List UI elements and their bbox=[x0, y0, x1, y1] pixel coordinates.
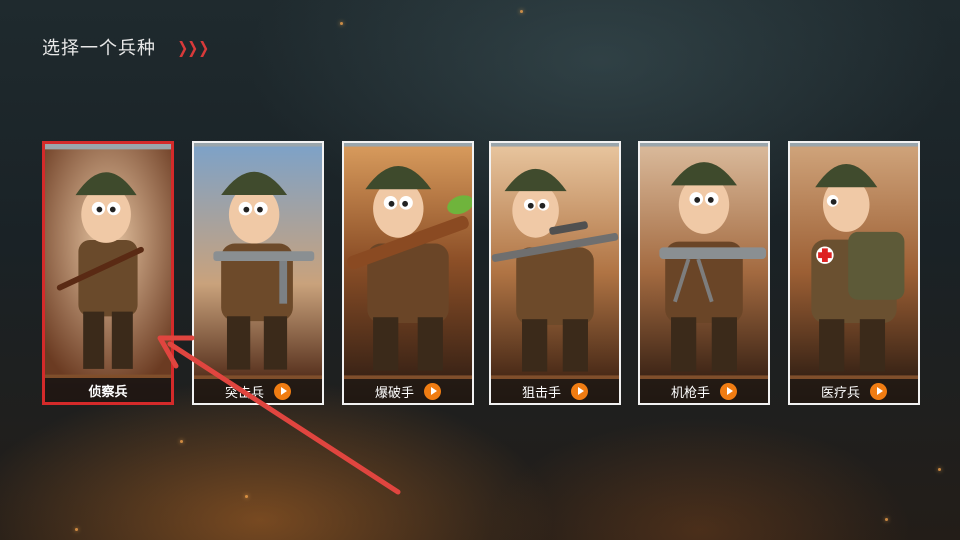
unit-label: 爆破手 bbox=[374, 385, 414, 401]
unit-label: 侦察兵 bbox=[88, 384, 128, 400]
machine-gunner-soldier-icon bbox=[640, 146, 768, 376]
ember-spark bbox=[520, 10, 523, 13]
demolition-soldier-icon bbox=[344, 146, 472, 376]
play-icon[interactable] bbox=[274, 382, 291, 400]
unit-label-bar: 爆破手 bbox=[344, 379, 472, 403]
assault-soldier-icon bbox=[194, 146, 322, 376]
unit-card-sniper[interactable]: 狙击手 bbox=[489, 141, 621, 405]
medic-soldier-icon bbox=[790, 146, 918, 376]
unit-card-assault[interactable]: 突击兵 bbox=[192, 141, 324, 405]
unit-label-bar: 医疗兵 bbox=[790, 379, 918, 403]
unit-label: 机枪手 bbox=[670, 385, 710, 401]
scout-soldier-icon bbox=[45, 149, 171, 375]
chevrons-icon: ❯ ❯ ❯ bbox=[177, 37, 209, 57]
unit-card-demolition[interactable]: 爆破手 bbox=[342, 141, 474, 405]
unit-label-bar: 突击兵 bbox=[194, 379, 322, 403]
unit-card-scout[interactable]: 侦察兵 bbox=[42, 141, 174, 405]
unit-label: 狙击手 bbox=[521, 385, 561, 401]
ember-spark bbox=[938, 468, 941, 471]
unit-label: 突击兵 bbox=[224, 385, 264, 401]
unit-label-bar: 狙击手 bbox=[491, 379, 619, 403]
unit-card-medic[interactable]: 医疗兵 bbox=[788, 141, 920, 405]
play-icon[interactable] bbox=[870, 382, 887, 400]
ember-spark bbox=[180, 440, 183, 443]
unit-card-machine-gunner[interactable]: 机枪手 bbox=[638, 141, 770, 405]
ember-spark bbox=[885, 518, 888, 521]
sniper-soldier-icon bbox=[491, 146, 619, 376]
unit-label: 医疗兵 bbox=[820, 385, 860, 401]
ember-spark bbox=[245, 495, 248, 498]
play-icon[interactable] bbox=[571, 382, 588, 400]
unit-label-bar: 机枪手 bbox=[640, 379, 768, 403]
unit-card-list: 侦察兵 突击兵 爆破手 狙击手 机枪手 医疗兵 bbox=[42, 141, 922, 406]
page-header: 选择一个兵种 ❯ ❯ ❯ bbox=[42, 34, 209, 60]
page-title: 选择一个兵种 bbox=[42, 38, 156, 59]
ember-spark bbox=[340, 22, 343, 25]
ember-spark bbox=[75, 528, 78, 531]
play-icon[interactable] bbox=[720, 382, 737, 400]
unit-label-bar: 侦察兵 bbox=[45, 378, 171, 402]
play-icon[interactable] bbox=[424, 382, 441, 400]
